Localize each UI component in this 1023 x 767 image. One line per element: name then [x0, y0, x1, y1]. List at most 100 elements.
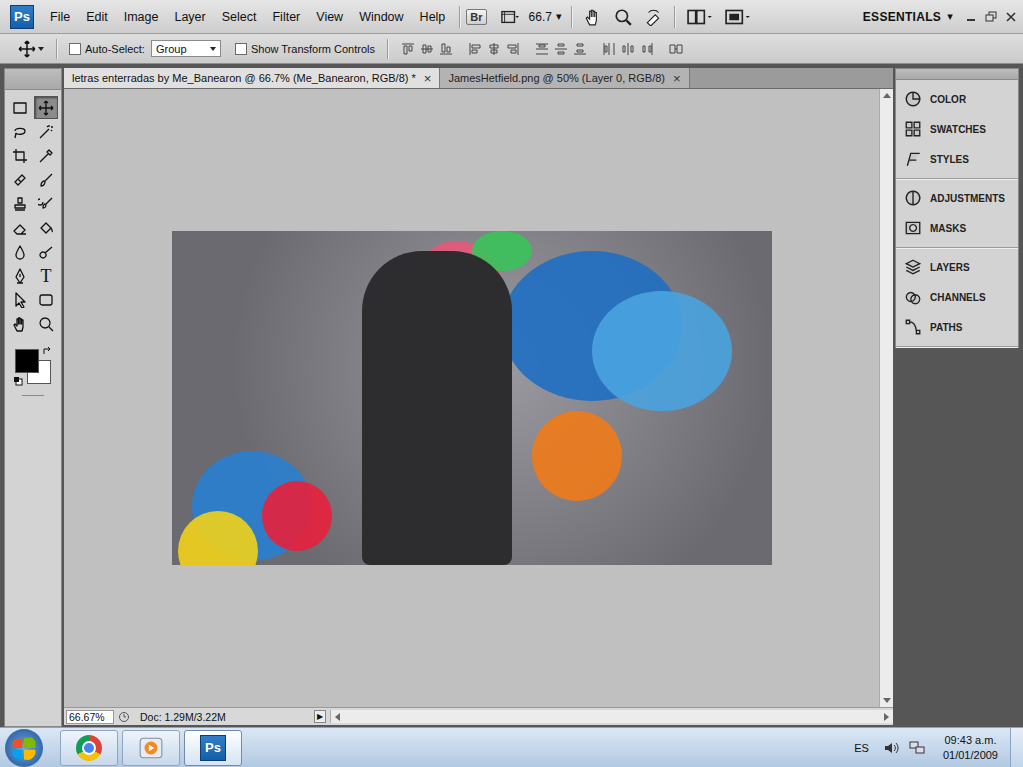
tool-icon: [12, 172, 28, 188]
network-icon[interactable]: [909, 740, 925, 756]
document-tab[interactable]: JamesHetfield.png @ 50% (Layer 0, RGB/8)…: [440, 68, 689, 88]
options-bar: Auto-Select: Group Show Transform Controls: [0, 34, 1023, 64]
align-icon[interactable]: [400, 41, 416, 57]
screen-mode-icon[interactable]: [725, 8, 751, 26]
align-icon[interactable]: [620, 41, 636, 57]
language-indicator[interactable]: ES: [854, 742, 869, 754]
panel-button[interactable]: ADJUSTMENTS: [896, 183, 1018, 213]
separator: [571, 6, 572, 28]
horizontal-scrollbar[interactable]: [330, 710, 893, 723]
vertical-scrollbar[interactable]: [879, 89, 893, 707]
align-icon[interactable]: [601, 41, 617, 57]
tab-close-button[interactable]: ×: [424, 71, 432, 86]
canvas-image[interactable]: [172, 231, 772, 565]
tool-icon: [12, 220, 28, 236]
tool-button[interactable]: [8, 240, 32, 263]
align-icon[interactable]: [486, 41, 502, 57]
bridge-button[interactable]: Br: [466, 9, 486, 25]
tool-button[interactable]: [34, 288, 58, 311]
foreground-color[interactable]: [15, 349, 39, 373]
auto-select-checkbox[interactable]: Auto-Select:: [69, 43, 145, 55]
restore-icon[interactable]: [983, 9, 999, 25]
tool-button[interactable]: [8, 312, 32, 335]
zoom-field[interactable]: 66.67%: [66, 710, 114, 724]
tool-button[interactable]: T: [34, 264, 58, 287]
media-player-icon: [138, 735, 164, 761]
tool-button[interactable]: [34, 216, 58, 239]
align-icon[interactable]: [419, 41, 435, 57]
align-icon[interactable]: [534, 41, 550, 57]
align-icon[interactable]: [505, 41, 521, 57]
tool-button[interactable]: [34, 312, 58, 335]
tool-preset-picker[interactable]: [18, 40, 44, 58]
minimize-icon[interactable]: [963, 9, 979, 25]
panel-button[interactable]: STYLES: [896, 144, 1018, 174]
tool-button[interactable]: [8, 120, 32, 143]
panel-button[interactable]: SWATCHES: [896, 114, 1018, 144]
checkbox-box[interactable]: [69, 43, 81, 55]
align-icon[interactable]: [553, 41, 569, 57]
panel-icon: [904, 318, 922, 336]
tool-button[interactable]: [34, 144, 58, 167]
align-icon[interactable]: [639, 41, 655, 57]
clock[interactable]: 09:43 a.m.01/01/2009: [943, 733, 998, 763]
tool-button[interactable]: [34, 240, 58, 263]
tool-icon: [12, 244, 28, 260]
tool-button[interactable]: [8, 264, 32, 287]
volume-icon[interactable]: [883, 740, 899, 756]
tool-button[interactable]: [34, 192, 58, 215]
show-desktop-button[interactable]: [1010, 728, 1023, 767]
zoom-icon[interactable]: [614, 8, 632, 26]
align-icon[interactable]: [572, 41, 588, 57]
panel-button[interactable]: MASKS: [896, 213, 1018, 243]
tool-button[interactable]: [34, 168, 58, 191]
menu-item[interactable]: File: [42, 10, 78, 24]
tab-close-button[interactable]: ×: [673, 71, 681, 86]
menu-item[interactable]: Image: [116, 10, 167, 24]
status-info-icon[interactable]: [118, 711, 130, 723]
panel-button[interactable]: PATHS: [896, 312, 1018, 342]
menu-item[interactable]: Help: [412, 10, 454, 24]
default-colors-icon[interactable]: [13, 376, 23, 386]
tool-button[interactable]: [34, 96, 58, 119]
menu-item[interactable]: Select: [214, 10, 265, 24]
tool-button[interactable]: [8, 144, 32, 167]
menu-item[interactable]: View: [308, 10, 351, 24]
swap-colors-icon[interactable]: [42, 346, 52, 356]
taskbar-app[interactable]: Ps: [184, 730, 242, 766]
checkbox-box[interactable]: [235, 43, 247, 55]
document-tab[interactable]: letras enterradas by Me_Banearon @ 66.7%…: [64, 68, 440, 88]
taskbar-app[interactable]: [60, 730, 118, 766]
arrange-documents-icon[interactable]: [687, 8, 713, 26]
panel-button[interactable]: CHANNELS: [896, 282, 1018, 312]
zoom-level-dropdown[interactable]: 66.7▾: [525, 10, 566, 24]
tool-button[interactable]: [8, 168, 32, 191]
align-icon[interactable]: [438, 41, 454, 57]
tool-button[interactable]: [8, 216, 32, 239]
auto-select-dropdown[interactable]: Group: [151, 40, 221, 57]
toolbox-header[interactable]: [5, 69, 61, 90]
hand-icon[interactable]: [584, 8, 602, 26]
align-icon[interactable]: [467, 41, 483, 57]
menu-item[interactable]: Layer: [166, 10, 213, 24]
tool-button[interactable]: [8, 96, 32, 119]
status-menu-button[interactable]: ▶: [314, 710, 326, 723]
start-button[interactable]: [4, 729, 44, 767]
menu-item[interactable]: Window: [351, 10, 411, 24]
menu-item[interactable]: Filter: [264, 10, 308, 24]
workspace-switcher[interactable]: ESSENTIALS▾: [853, 10, 963, 24]
align-icon[interactable]: [668, 41, 684, 57]
tool-button[interactable]: [34, 120, 58, 143]
panel-button[interactable]: COLOR: [896, 84, 1018, 114]
tool-button[interactable]: [8, 192, 32, 215]
panel-icon: [904, 90, 922, 108]
show-transform-controls-checkbox[interactable]: Show Transform Controls: [235, 43, 375, 55]
taskbar-app[interactable]: [122, 730, 180, 766]
view-extras-icon[interactable]: [501, 8, 519, 26]
panel-button[interactable]: LAYERS: [896, 252, 1018, 282]
tool-button[interactable]: [8, 288, 32, 311]
rotate-view-icon[interactable]: [644, 8, 662, 26]
menu-item[interactable]: Edit: [78, 10, 116, 24]
close-icon[interactable]: [1003, 9, 1019, 25]
dock-header[interactable]: [896, 69, 1018, 80]
